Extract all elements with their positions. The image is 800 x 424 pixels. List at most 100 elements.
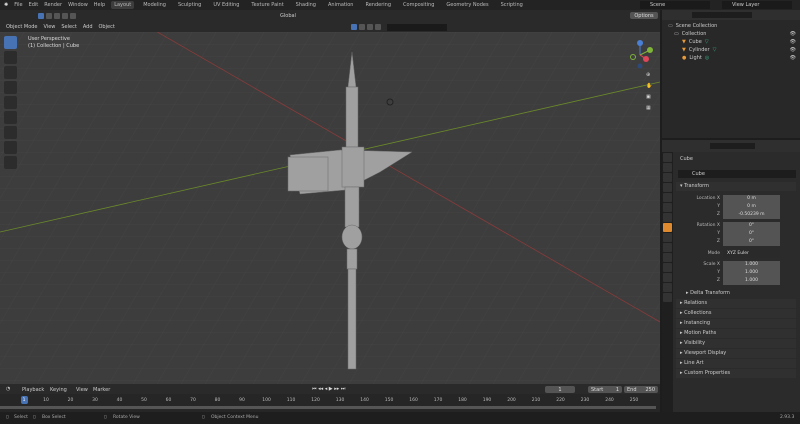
- mode-intersect-icon[interactable]: [70, 13, 76, 19]
- marker-menu[interactable]: Marker: [93, 387, 110, 393]
- location-z-field[interactable]: -0.50239 m: [723, 211, 780, 219]
- view-layer-tab-icon[interactable]: [663, 183, 672, 192]
- filter-icon[interactable]: [374, 24, 381, 30]
- tab-sculpting[interactable]: Sculpting: [175, 1, 204, 9]
- annotate-tool-icon[interactable]: [4, 126, 17, 139]
- outliner-scene-collection[interactable]: ▭ Scene Collection: [662, 22, 800, 30]
- tab-texture-paint[interactable]: Texture Paint: [248, 1, 286, 9]
- rotation-y-field[interactable]: 0°: [723, 230, 780, 238]
- menu-render[interactable]: Render: [44, 2, 62, 8]
- current-frame-field[interactable]: 1: [545, 386, 575, 393]
- view-menu[interactable]: View: [76, 387, 88, 393]
- location-y-field[interactable]: 0 m: [723, 203, 780, 211]
- select-mode-icon[interactable]: [38, 13, 44, 19]
- select-menu[interactable]: Select: [61, 24, 76, 30]
- start-frame-field[interactable]: Start 1: [588, 386, 622, 393]
- tool-tab-icon[interactable]: [663, 153, 672, 162]
- end-frame-field[interactable]: End 250: [624, 386, 658, 393]
- object-name-field[interactable]: Cube: [678, 170, 796, 178]
- mode-invert-icon[interactable]: [62, 13, 68, 19]
- outliner-item-cube[interactable]: ▼ Cube ▽ 👁: [662, 38, 800, 46]
- grid-icon[interactable]: ▦: [646, 105, 654, 113]
- tab-compositing[interactable]: Compositing: [400, 1, 437, 9]
- navigation-gizmo[interactable]: [626, 38, 656, 72]
- instancing-panel[interactable]: ▸ Instancing: [676, 319, 796, 328]
- menu-help[interactable]: Help: [94, 2, 105, 8]
- relations-panel[interactable]: ▸ Relations: [676, 299, 796, 308]
- outliner-item-light[interactable]: ● Light ◎ 👁: [662, 54, 800, 62]
- tab-modeling[interactable]: Modeling: [140, 1, 169, 9]
- texture-tab-icon[interactable]: [663, 293, 672, 302]
- outliner-search-input[interactable]: [692, 12, 752, 18]
- visibility-panel[interactable]: ▸ Visibility: [676, 339, 796, 348]
- delta-transform-panel[interactable]: ▸ Delta Transform: [682, 289, 800, 298]
- frame-tick-label: 160: [409, 398, 418, 403]
- filter-icon[interactable]: [358, 24, 365, 30]
- tab-rendering[interactable]: Rendering: [362, 1, 394, 9]
- transform-tool-icon[interactable]: [4, 111, 17, 124]
- 3d-viewport[interactable]: User Perspective (1) Collection | Cube ⊕…: [0, 32, 660, 384]
- mode-extend-icon[interactable]: [46, 13, 52, 19]
- playback-menu[interactable]: Playback: [22, 387, 44, 393]
- options-button[interactable]: Options: [630, 12, 658, 19]
- viewport-search-input[interactable]: [386, 23, 447, 31]
- zoom-icon[interactable]: ⊕: [646, 72, 654, 80]
- visibility-eye-icon[interactable]: 👁: [790, 47, 800, 53]
- menu-file[interactable]: File: [14, 2, 22, 8]
- outliner-item-cylinder[interactable]: ▼ Cylinder ▽ 👁: [662, 46, 800, 54]
- timeline-scrollbar[interactable]: [0, 406, 656, 409]
- tab-animation[interactable]: Animation: [325, 1, 357, 9]
- filter-icon[interactable]: [350, 24, 357, 30]
- scene-selector[interactable]: Scene: [640, 1, 710, 9]
- rotation-z-field[interactable]: 0°: [723, 238, 780, 246]
- measure-tool-icon[interactable]: [4, 141, 17, 154]
- transform-panel-header[interactable]: ▾ Transform: [676, 182, 796, 191]
- collections-panel[interactable]: ▸ Collections: [676, 309, 796, 318]
- visibility-eye-icon[interactable]: 👁: [790, 55, 800, 61]
- add-cube-tool-icon[interactable]: [4, 156, 17, 169]
- custom-properties-panel[interactable]: ▸ Custom Properties: [676, 369, 796, 378]
- render-tab-icon[interactable]: [663, 163, 672, 172]
- object-menu[interactable]: Object: [99, 24, 115, 30]
- mode-subtract-icon[interactable]: [54, 13, 60, 19]
- tab-layout[interactable]: Layout: [111, 1, 135, 9]
- keying-menu[interactable]: Keying: [50, 387, 67, 393]
- rotation-mode-dropdown[interactable]: XYZ Euler: [723, 250, 780, 258]
- rotation-x-field[interactable]: 0°: [723, 222, 780, 230]
- move-tool-icon[interactable]: [4, 66, 17, 79]
- scale-y-field[interactable]: 1.000: [723, 269, 780, 277]
- menu-edit[interactable]: Edit: [29, 2, 39, 8]
- line-art-panel[interactable]: ▸ Line Art: [676, 359, 796, 368]
- pan-hand-icon[interactable]: ✋: [646, 83, 654, 91]
- visibility-eye-icon[interactable]: 👁: [790, 31, 800, 37]
- view-layer-selector[interactable]: View Layer: [722, 1, 792, 9]
- playback-controls[interactable]: ⏮ ◂◂ ◂ ▶ ▸▸ ⏭: [312, 386, 345, 392]
- tab-uv-editing[interactable]: UV Editing: [210, 1, 242, 9]
- output-tab-icon[interactable]: [663, 173, 672, 182]
- rotate-tool-icon[interactable]: [4, 81, 17, 94]
- menu-window[interactable]: Window: [68, 2, 88, 8]
- scale-tool-icon[interactable]: [4, 96, 17, 109]
- toolbar: [4, 36, 18, 171]
- location-x-field[interactable]: 0 m: [723, 195, 780, 203]
- select-tool-icon[interactable]: [4, 36, 17, 49]
- scale-z-field[interactable]: 1.000: [723, 277, 780, 285]
- add-menu[interactable]: Add: [83, 24, 93, 30]
- visibility-eye-icon[interactable]: 👁: [790, 39, 800, 45]
- outliner-collection[interactable]: ▭ Collection 👁: [662, 30, 800, 38]
- cursor-tool-icon[interactable]: [4, 51, 17, 64]
- properties-search-input[interactable]: [710, 143, 755, 149]
- tab-shading[interactable]: Shading: [293, 1, 319, 9]
- blender-logo-icon[interactable]: ✺: [4, 2, 8, 8]
- orientation-dropdown[interactable]: Global: [280, 13, 296, 19]
- camera-icon[interactable]: ▣: [646, 94, 654, 102]
- viewport-display-panel[interactable]: ▸ Viewport Display: [676, 349, 796, 358]
- scale-x-field[interactable]: 1.000: [723, 261, 780, 269]
- view-menu[interactable]: View: [44, 24, 56, 30]
- filter-icon[interactable]: [366, 24, 373, 30]
- motion-paths-panel[interactable]: ▸ Motion Paths: [676, 329, 796, 338]
- object-mode-dropdown[interactable]: Object Mode: [6, 24, 38, 30]
- tab-geometry-nodes[interactable]: Geometry Nodes: [443, 1, 491, 9]
- tab-scripting[interactable]: Scripting: [498, 1, 526, 9]
- clock-icon[interactable]: ◔: [6, 386, 10, 392]
